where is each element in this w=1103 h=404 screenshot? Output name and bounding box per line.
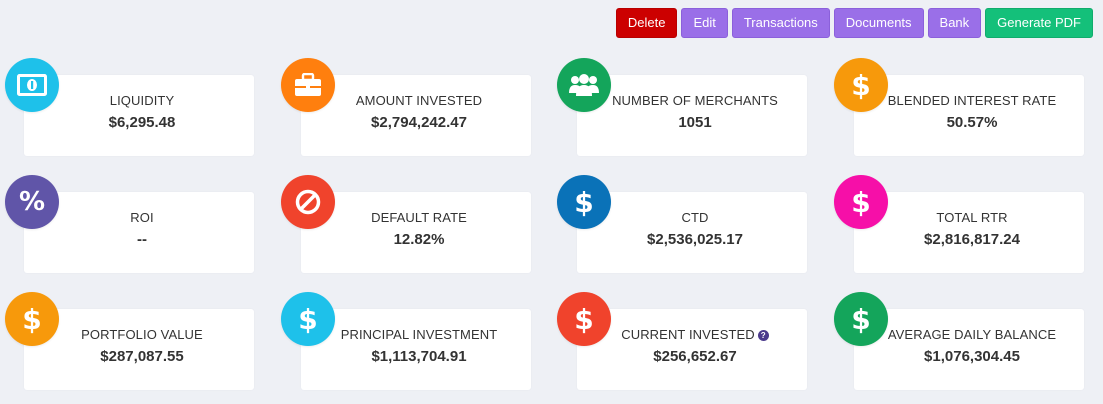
card-label: TOTAL RTR [936,210,1008,225]
card-value: 1051 [678,114,712,131]
card-value: $2,794,242.47 [371,114,467,131]
card-label: NUMBER OF MERCHANTS [612,93,778,108]
percent-icon: % [5,175,59,229]
dollar-icon: $ [557,175,611,229]
card-label-wrap: CURRENT INVESTED? [587,327,803,342]
card-value: 12.82% [393,231,445,248]
principal-investment-card: PRINCIPAL INVESTMENT $1,113,704.91 [301,309,531,390]
card-label: CURRENT INVESTED [621,327,755,342]
amount-invested-card: AMOUNT INVESTED $2,794,242.47 [301,75,531,156]
card-value: $2,816,817.24 [924,231,1020,248]
card-label: DEFAULT RATE [371,210,467,225]
users-icon [557,58,611,112]
card-value: 50.57% [946,114,998,131]
card-value: $287,087.55 [100,348,184,365]
ban-icon [281,175,335,229]
briefcase-icon [281,58,335,112]
stats-grid: LIQUIDITY $6,295.48 AMOUNT INVESTED $2,7… [0,0,1103,404]
card-value: $6,295.48 [108,114,176,131]
dollar-icon: $ [834,175,888,229]
ctd-card: CTD $2,536,025.17 [577,192,807,273]
card-label: ROI [130,210,154,225]
dollar-icon: $ [281,292,335,346]
dollar-icon: $ [834,292,888,346]
total-rtr-card: TOTAL RTR $2,816,817.24 [854,192,1084,273]
default-rate-card: DEFAULT RATE 12.82% [301,192,531,273]
current-invested-card: CURRENT INVESTED? $256,652.67 [577,309,807,390]
dollar-icon: $ [834,58,888,112]
blended-interest-rate-card: BLENDED INTEREST RATE 50.57% [854,75,1084,156]
dollar-icon: $ [5,292,59,346]
card-label: PORTFOLIO VALUE [81,327,203,342]
card-label: BLENDED INTEREST RATE [887,93,1057,108]
card-label: AMOUNT INVESTED [355,93,483,108]
number-of-merchants-card: NUMBER OF MERCHANTS 1051 [577,75,807,156]
average-daily-balance-card: AVERAGE DAILY BALANCE $1,076,304.45 [854,309,1084,390]
card-label: CTD [681,210,709,225]
dollar-icon: $ [557,292,611,346]
card-value: -- [137,231,147,248]
card-label: AVERAGE DAILY BALANCE [887,327,1057,342]
help-icon[interactable]: ? [757,330,769,341]
card-value: $1,113,704.91 [371,348,467,365]
cash-icon [5,58,59,112]
card-label: LIQUIDITY [109,93,175,108]
card-value: $1,076,304.45 [924,348,1020,365]
card-label: PRINCIPAL INVESTMENT [340,327,498,342]
card-value: $2,536,025.17 [647,231,743,248]
card-value: $256,652.67 [653,348,737,365]
